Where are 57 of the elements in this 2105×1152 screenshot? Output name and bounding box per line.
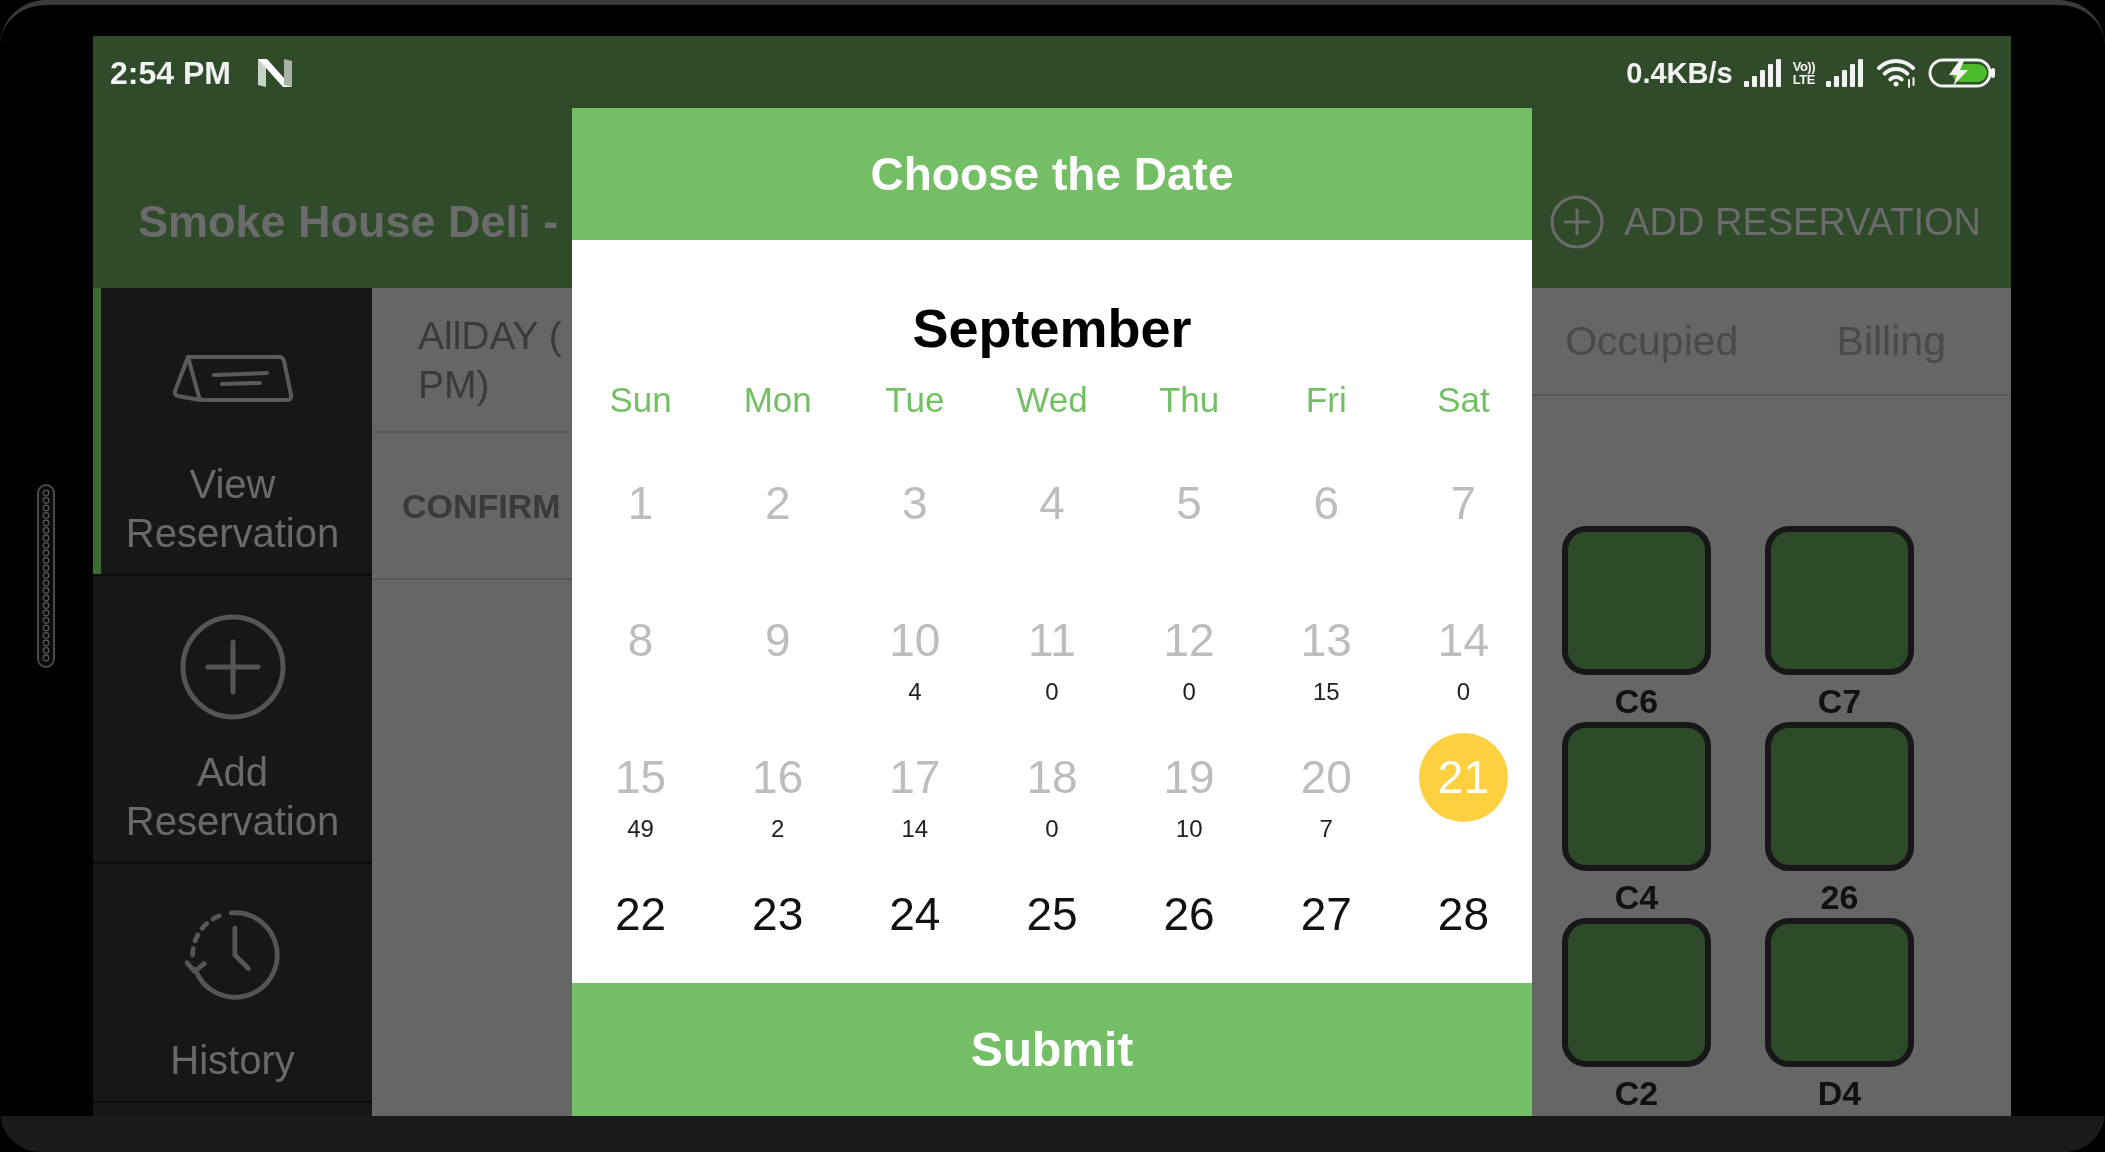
table-tile[interactable] bbox=[1765, 526, 1914, 675]
calendar-day[interactable]: 22 bbox=[596, 870, 686, 959]
month-title: September bbox=[912, 297, 1192, 360]
table-tile[interactable] bbox=[1765, 918, 1914, 1067]
booking-count: 0 bbox=[1045, 816, 1059, 842]
table-label: D4 bbox=[1817, 1075, 1862, 1111]
table-tile[interactable] bbox=[1562, 918, 1711, 1067]
booking-count: 49 bbox=[627, 816, 654, 842]
dialog-title: Choose the Date bbox=[870, 147, 1234, 201]
submit-button[interactable]: Submit bbox=[572, 983, 1532, 1116]
calendar-day[interactable]: 25 bbox=[1007, 870, 1097, 959]
weekday-label: Thu bbox=[1158, 380, 1220, 420]
add-reservation-button[interactable]: ADD RESERVATION bbox=[1550, 195, 1981, 249]
speaker-grille-icon bbox=[37, 484, 55, 668]
weekday-label: Tue bbox=[885, 380, 945, 420]
battery-icon bbox=[1928, 58, 1996, 88]
table-tile[interactable] bbox=[1765, 722, 1914, 871]
calendar-day[interactable]: 23 bbox=[733, 870, 823, 959]
weekday-label: Mon bbox=[743, 380, 812, 420]
table-label: C6 bbox=[1614, 683, 1659, 719]
table-label: C4 bbox=[1614, 879, 1659, 915]
table-label: C7 bbox=[1817, 683, 1862, 719]
table-tile[interactable] bbox=[1562, 722, 1711, 871]
calendar-day[interactable]: 21 bbox=[1418, 733, 1508, 822]
calendar-day[interactable]: 28 bbox=[1418, 870, 1508, 959]
table-tile[interactable] bbox=[1562, 526, 1711, 675]
signal-icon bbox=[1743, 59, 1782, 87]
ribbon-logo-icon bbox=[257, 59, 292, 87]
wifi-icon bbox=[1875, 58, 1917, 88]
sidebar-item[interactable]: View Reservation bbox=[93, 288, 372, 576]
table-label: C2 bbox=[1614, 1075, 1659, 1111]
booking-count: 0 bbox=[1456, 679, 1471, 705]
app-title: Smoke House Deli - bbox=[138, 195, 559, 249]
booking-count: 4 bbox=[908, 679, 922, 705]
table-label: 26 bbox=[1820, 879, 1859, 915]
clock-time: 2:54 PM bbox=[110, 55, 231, 91]
calendar-day[interactable]: 27 bbox=[1281, 870, 1371, 959]
booking-count: 0 bbox=[1182, 679, 1196, 705]
table-card-icon bbox=[171, 354, 294, 404]
calendar-day[interactable]: 26 bbox=[1144, 870, 1234, 959]
plus-circle-icon bbox=[1550, 195, 1605, 249]
signal-icon bbox=[1826, 59, 1864, 87]
add-circle-icon bbox=[179, 614, 286, 720]
calendar-day[interactable]: 24 bbox=[870, 870, 960, 959]
booking-count: 10 bbox=[1175, 816, 1203, 842]
network-speed: 0.4KB/s bbox=[1626, 56, 1733, 90]
booking-count: 15 bbox=[1312, 679, 1340, 705]
history-icon bbox=[184, 907, 281, 1003]
network-type-label: Vo)) LTE bbox=[1792, 60, 1815, 86]
booking-count: 14 bbox=[901, 816, 929, 842]
weekday-label: Wed bbox=[1016, 380, 1088, 420]
weekday-label: Fri bbox=[1305, 380, 1347, 420]
booking-count: 0 bbox=[1045, 679, 1059, 705]
weekday-label: Sat bbox=[1437, 380, 1490, 420]
weekday-label: Sun bbox=[609, 380, 672, 420]
booking-count: 7 bbox=[1319, 816, 1333, 842]
booking-count: 2 bbox=[771, 816, 785, 842]
